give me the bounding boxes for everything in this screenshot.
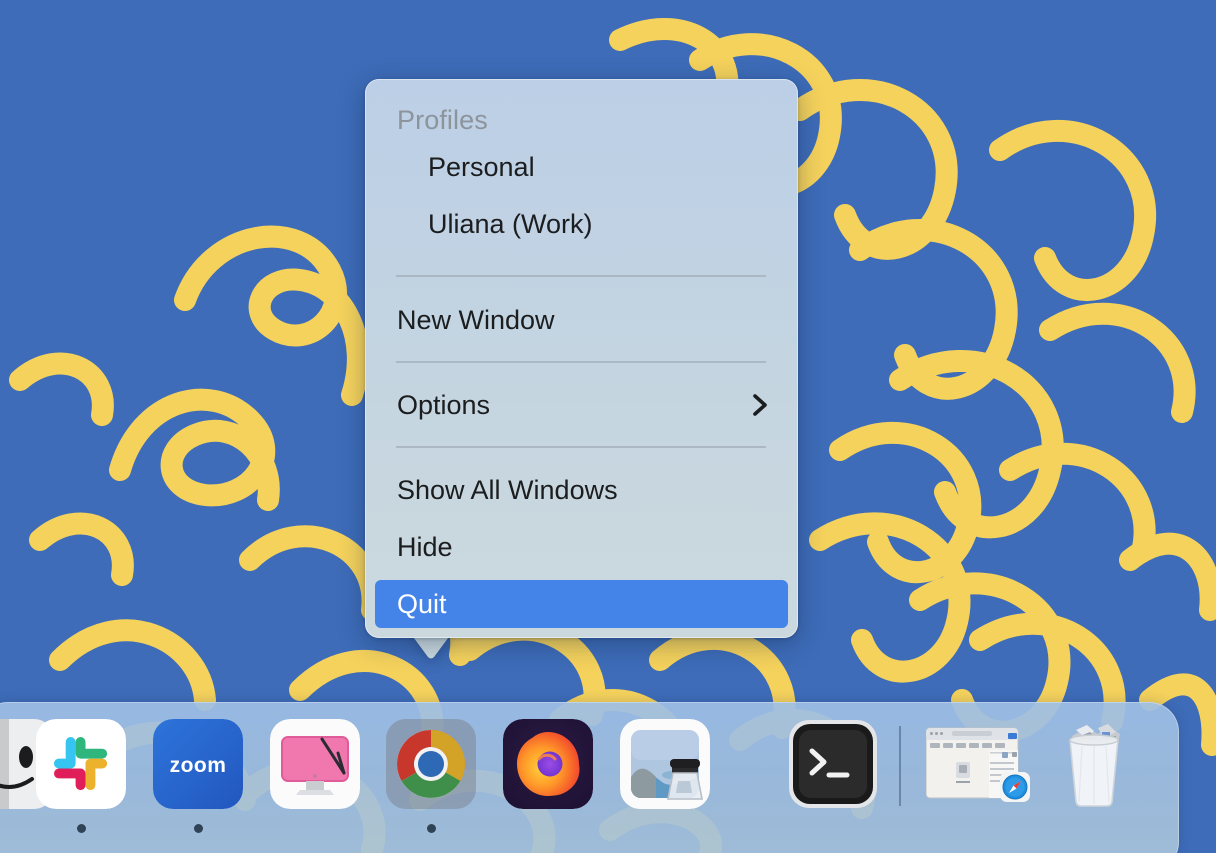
menu-item-label: Show All Windows [397,474,618,505]
dock-minimized-window-safari[interactable] [926,724,1030,806]
menu-item-personal[interactable]: Personal [375,143,788,191]
running-indicator-google-chrome [427,824,436,833]
menu-item-show-all-windows[interactable]: Show All Windows [375,466,788,514]
dock-item-preview[interactable] [620,719,710,809]
dock-item-screen-sharing[interactable] [270,719,360,809]
menu-section-header-profiles: Profiles [397,105,488,135]
menu-item-label: Quit [397,588,447,619]
menu-item-options[interactable]: Options [375,381,788,429]
menu-item-uliana-work[interactable]: Uliana (Work) [375,200,788,248]
menu-separator-2 [396,361,766,363]
menu-item-label: Personal [428,151,535,182]
dock: zoom [0,702,1179,853]
menu-item-label: Uliana (Work) [428,208,593,239]
menu-separator-3 [396,446,766,448]
chevron-right-icon [752,392,770,418]
menu-item-new-window[interactable]: New Window [375,296,788,344]
dock-app-context-menu: Profiles Personal Uliana (Work) New Wind… [365,79,798,638]
menu-item-hide[interactable]: Hide [375,523,788,571]
menu-item-quit[interactable]: Quit [375,580,788,628]
dock-item-firefox[interactable] [503,719,593,809]
running-indicator-zoom [194,824,203,833]
svg-text:zoom: zoom [170,754,227,777]
desktop-screen: Profiles Personal Uliana (Work) New Wind… [0,0,1216,853]
running-indicator-slack [77,824,86,833]
dock-divider [899,726,901,806]
menu-item-label: Hide [397,531,453,562]
menu-item-label: Options [397,389,491,420]
dock-item-google-chrome[interactable] [386,719,476,809]
dock-item-trash[interactable] [1046,716,1142,812]
dock-item-slack[interactable] [36,719,126,809]
dock-item-zoom[interactable]: zoom [153,719,243,809]
menu-separator-1 [396,275,766,277]
dock-item-terminal[interactable] [788,719,878,809]
menu-item-label: New Window [397,304,555,335]
